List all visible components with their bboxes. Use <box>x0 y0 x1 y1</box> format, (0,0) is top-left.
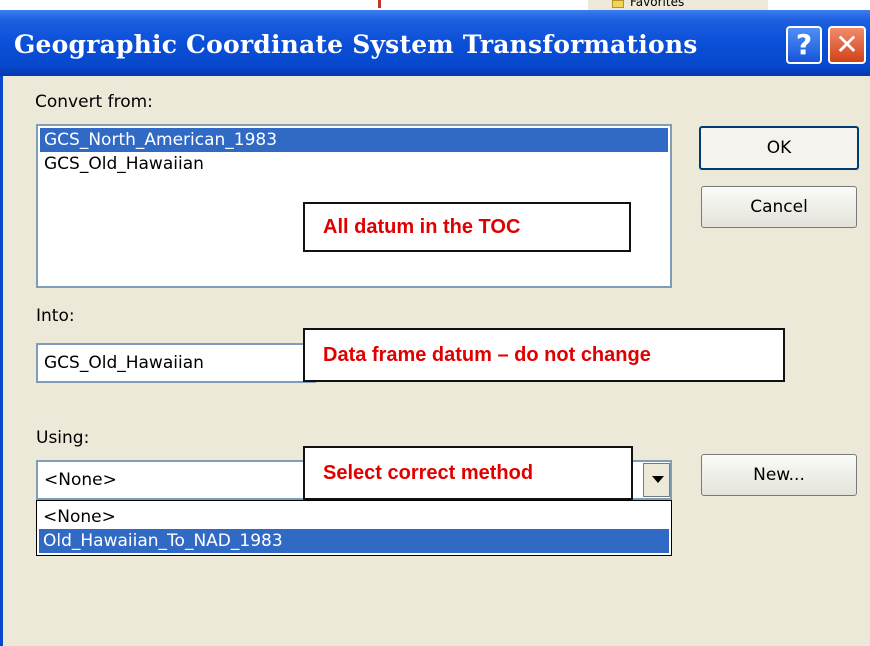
annotation-method: Select correct method <box>303 446 633 500</box>
annotation-toc: All datum in the TOC <box>303 202 631 252</box>
into-value: GCS_Old_Hawaiian <box>44 353 204 373</box>
into-label: Into: <box>36 306 75 326</box>
help-icon: ? <box>795 28 813 61</box>
list-item[interactable]: GCS_Old_Hawaiian <box>40 152 668 176</box>
ok-button[interactable]: OK <box>699 126 859 170</box>
close-button[interactable]: ✕ <box>828 26 866 64</box>
folder-icon <box>612 0 624 8</box>
background-window-strip: Favorites <box>0 0 870 10</box>
into-field[interactable]: GCS_Old_Hawaiian <box>36 343 316 383</box>
using-label: Using: <box>36 428 90 448</box>
close-icon: ✕ <box>835 28 859 61</box>
title-bar[interactable]: Geographic Coordinate System Transformat… <box>0 10 870 76</box>
using-options-list[interactable]: <None> Old_Hawaiian_To_NAD_1983 <box>36 500 672 556</box>
annotation-data-frame: Data frame datum – do not change <box>303 328 785 382</box>
using-value: <None> <box>44 470 117 490</box>
chevron-down-icon <box>652 476 664 483</box>
help-button[interactable]: ? <box>786 26 822 64</box>
dialog-body: Convert from: GCS_North_American_1983 GC… <box>0 76 870 646</box>
dropdown-arrow-button[interactable] <box>643 463 670 497</box>
convert-from-label: Convert from: <box>35 92 153 112</box>
red-arrow-mark <box>378 0 381 8</box>
option-item[interactable]: <None> <box>39 505 669 529</box>
new-button[interactable]: New... <box>701 454 857 496</box>
cancel-button[interactable]: Cancel <box>701 186 857 228</box>
favorites-item[interactable]: Favorites <box>588 0 768 10</box>
favorites-label: Favorites <box>630 0 685 9</box>
option-item[interactable]: Old_Hawaiian_To_NAD_1983 <box>39 529 669 553</box>
list-item[interactable]: GCS_North_American_1983 <box>40 128 668 152</box>
window-title: Geographic Coordinate System Transformat… <box>14 30 698 59</box>
